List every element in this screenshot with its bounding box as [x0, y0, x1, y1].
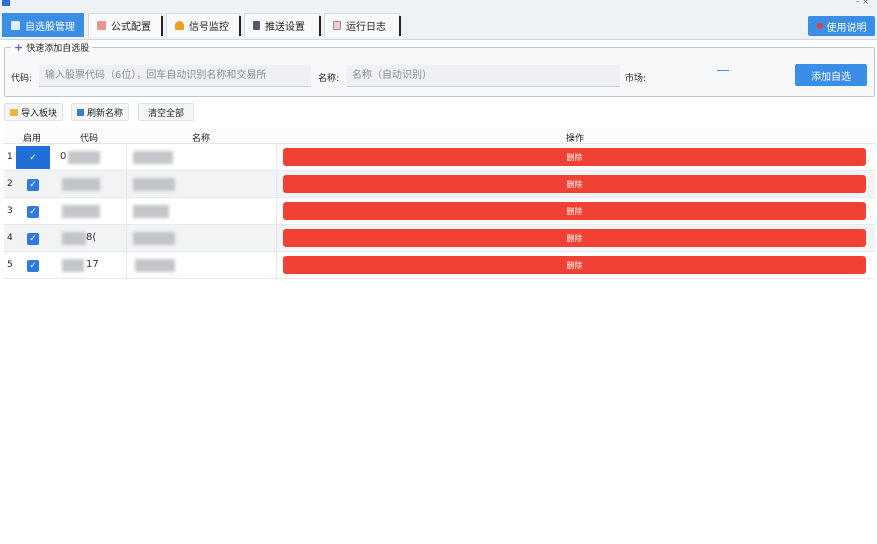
redacted-code — [62, 232, 86, 245]
column-divider — [276, 198, 277, 225]
row-number: 2 — [7, 179, 13, 189]
tab-divider — [161, 16, 163, 36]
column-divider — [126, 225, 127, 252]
delete-button[interactable]: 删除 — [283, 202, 866, 220]
redacted-name — [133, 205, 169, 218]
stock-code: 0 — [60, 151, 67, 162]
import-label: 导入板块 — [21, 108, 58, 119]
table-row[interactable]: 4 ✓ 8( 删除 — [4, 225, 875, 252]
column-divider — [126, 252, 127, 279]
redacted-name — [133, 178, 175, 191]
enabled-cell[interactable]: ✓ — [16, 254, 50, 277]
add-watchlist-button[interactable]: 添加自选 — [795, 64, 867, 86]
window-controls[interactable]: – × — [856, 0, 869, 6]
code-label: 代码: — [11, 74, 33, 84]
tab-label: 公式配置 — [111, 22, 151, 33]
redacted-code — [62, 259, 84, 272]
watchlist-table: 启用 代码 名称 操作 1 ✓ 0 删除 2 ✓ 删除 3 ✓ 删除 4 ✓ 8… — [4, 128, 875, 279]
quick-add-group: + 快速添加自选股 代码: 名称: 市场: 添加自选 — [4, 41, 875, 97]
enabled-cell[interactable]: ✓ — [16, 173, 50, 196]
column-divider — [126, 144, 127, 171]
redacted-code — [62, 205, 100, 218]
column-divider — [276, 144, 277, 171]
log-icon — [333, 21, 341, 30]
plus-icon: + — [14, 41, 24, 54]
redacted-name — [135, 259, 175, 272]
enabled-checkbox[interactable]: ✓ — [27, 259, 39, 272]
refresh-icon — [77, 108, 84, 116]
tab-label: 运行日志 — [346, 22, 386, 33]
tab-push[interactable]: 推送设置 — [244, 13, 321, 37]
window-title-bar: – × — [0, 0, 877, 10]
row-number: 3 — [7, 206, 13, 216]
redacted-name — [133, 151, 173, 164]
stock-code: 17 — [86, 259, 99, 270]
folder-icon — [10, 108, 18, 116]
table-row[interactable]: 5 ✓ 17 删除 — [4, 252, 875, 279]
enabled-checkbox[interactable]: ✓ — [27, 232, 39, 245]
redacted-code — [62, 178, 100, 191]
tab-label: 信号监控 — [189, 22, 229, 33]
tab-divider — [239, 16, 241, 36]
import-sector-button[interactable]: 导入板块 — [4, 103, 64, 121]
delete-button[interactable]: 删除 — [283, 175, 866, 193]
help-label: 使用说明 — [826, 22, 867, 34]
refresh-label: 刷新名称 — [87, 108, 124, 119]
enabled-checkbox[interactable]: ✓ — [27, 205, 39, 218]
tab-signal[interactable]: 信号监控 — [166, 13, 241, 37]
clear-all-button[interactable]: 清空全部 — [138, 103, 195, 121]
enabled-cell[interactable]: ✓ — [16, 200, 50, 223]
column-divider — [126, 198, 127, 225]
formula-icon — [97, 21, 106, 30]
pin-icon — [816, 23, 823, 29]
tab-label: 推送设置 — [265, 22, 305, 33]
name-label: 名称: — [318, 74, 340, 84]
tab-label: 自选股管理 — [25, 22, 75, 33]
delete-button[interactable]: 删除 — [283, 229, 866, 247]
redacted-code — [68, 151, 100, 164]
enabled-checkbox[interactable]: ✓ — [27, 178, 39, 191]
tab-divider — [399, 16, 401, 36]
row-number: 4 — [7, 233, 13, 243]
document-icon — [253, 21, 260, 30]
delete-button[interactable]: 删除 — [283, 256, 866, 274]
delete-button[interactable]: 删除 — [283, 148, 866, 166]
code-input[interactable] — [39, 65, 311, 87]
tab-log[interactable]: 运行日志 — [324, 13, 401, 37]
tab-bar: 自选股管理 公式配置 信号监控 推送设置 运行日志 — [0, 10, 877, 40]
redacted-name — [133, 232, 175, 245]
name-input[interactable] — [346, 65, 620, 87]
header-name: 名称 — [192, 134, 211, 144]
column-divider — [276, 252, 277, 279]
tab-watchlist[interactable]: 自选股管理 — [2, 13, 84, 37]
table-header: 启用 代码 名称 操作 — [4, 128, 875, 144]
enabled-cell[interactable]: ✓ — [16, 227, 50, 250]
table-row[interactable]: 3 ✓ 删除 — [4, 198, 875, 225]
quick-add-title: 快速添加自选股 — [26, 44, 90, 54]
tab-divider — [319, 16, 321, 36]
clear-label: 清空全部 — [148, 108, 185, 119]
table-row[interactable]: 1 ✓ 0 删除 — [4, 144, 875, 171]
refresh-names-button[interactable]: 刷新名称 — [71, 103, 130, 121]
row-number: 1 — [7, 152, 13, 162]
column-divider — [276, 171, 277, 198]
help-button[interactable]: 使用说明 — [808, 16, 875, 36]
enabled-cell[interactable]: ✓ — [16, 146, 50, 169]
quick-add-legend: + 快速添加自选股 — [11, 41, 93, 54]
chart-icon — [11, 21, 20, 30]
enabled-checkbox[interactable]: ✓ — [27, 152, 39, 164]
header-enabled: 启用 — [23, 134, 42, 144]
row-number: 5 — [7, 260, 13, 270]
column-divider — [126, 171, 127, 198]
tab-formula[interactable]: 公式配置 — [88, 13, 163, 37]
market-value — [717, 70, 729, 71]
table-row[interactable]: 2 ✓ 删除 — [4, 171, 875, 198]
bell-icon — [175, 21, 184, 30]
stock-code: 8( — [86, 232, 97, 243]
market-label: 市场: — [625, 74, 647, 84]
header-code: 代码 — [80, 134, 99, 144]
app-icon — [2, 0, 10, 6]
column-divider — [276, 225, 277, 252]
header-action: 操作 — [566, 134, 585, 144]
